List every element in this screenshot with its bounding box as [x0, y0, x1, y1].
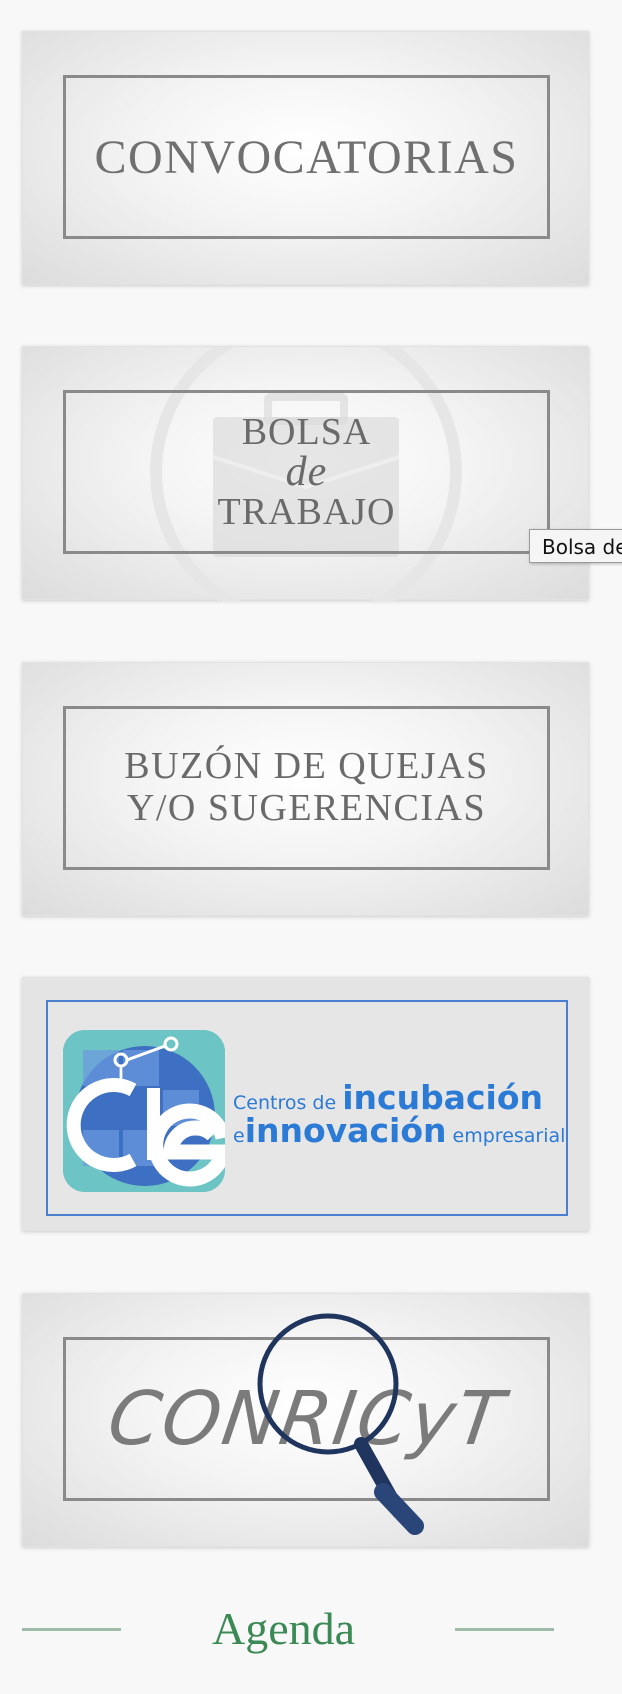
- bolsa-frame: BOLSA de TRABAJO: [63, 390, 550, 554]
- cie-e: e: [233, 1125, 245, 1147]
- bolsa-label-line2: de: [285, 449, 328, 495]
- agenda-title: Agenda: [212, 1603, 356, 1654]
- cie-innovacion: innovación: [244, 1111, 447, 1150]
- cie-logo: cie: [63, 1030, 225, 1192]
- buzon-quejas-banner[interactable]: BUZÓN DE QUEJAS Y/O SUGERENCIAS: [22, 662, 589, 916]
- cie-frame: cie Centros de incubación einnovación em…: [46, 1000, 568, 1216]
- cie-text: Centros de incubación einnovación empres…: [233, 1078, 566, 1150]
- buzon-frame: BUZÓN DE QUEJAS Y/O SUGERENCIAS: [63, 706, 550, 870]
- bolsa-de-trabajo-banner[interactable]: BOLSA de TRABAJO: [22, 346, 589, 601]
- convocatorias-frame: CONVOCATORIAS: [63, 75, 550, 239]
- cie-empresarial: empresarial: [452, 1125, 566, 1147]
- tooltip: Bolsa de: [529, 529, 622, 563]
- bolsa-label-line1: BOLSA: [241, 411, 372, 453]
- magnifier-icon: [257, 1313, 424, 1535]
- agenda-line-left: [22, 1628, 121, 1631]
- cie-banner[interactable]: cie Centros de incubación einnovación em…: [22, 977, 589, 1231]
- bolsa-label-line3: TRABAJO: [217, 491, 396, 533]
- agenda-line-right: [455, 1628, 554, 1631]
- agenda-heading: Agenda: [0, 1600, 622, 1660]
- cie-row2: einnovación empresarial: [233, 1111, 566, 1150]
- convocatorias-label: CONVOCATORIAS: [94, 130, 519, 184]
- convocatorias-banner[interactable]: CONVOCATORIAS: [22, 31, 589, 285]
- buzon-label-line2: Y/O SUGERENCIAS: [126, 787, 487, 829]
- conricyt-banner[interactable]: CONRICyT: [22, 1293, 589, 1547]
- buzon-label-line1: BUZÓN DE QUEJAS: [124, 745, 489, 788]
- cie-logo-icon: [63, 1030, 225, 1192]
